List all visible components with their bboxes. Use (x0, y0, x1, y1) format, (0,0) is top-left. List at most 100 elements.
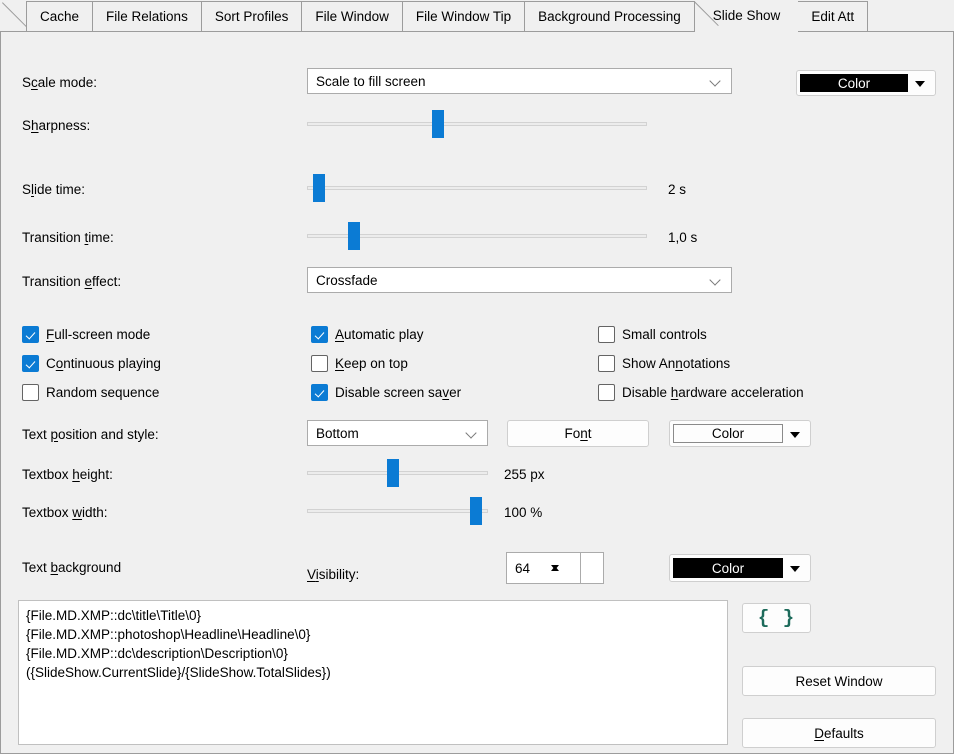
slide-time-label: Slide time: (22, 182, 86, 197)
sharpness-label: Sharpness: (22, 118, 91, 133)
slider-thumb[interactable] (432, 110, 444, 138)
text-color-swatch[interactable]: Color (673, 424, 783, 443)
textbox-width-slider[interactable] (307, 497, 488, 525)
spinner-arrows[interactable] (580, 553, 603, 583)
chevron-down-icon[interactable] (783, 424, 807, 443)
chevron-down-icon[interactable] (908, 74, 932, 92)
checkbox-box[interactable] (598, 355, 615, 372)
slider-thumb[interactable] (348, 222, 360, 250)
scale-color-split-button[interactable]: Color (796, 70, 936, 96)
slide-time-value: 2 s (668, 182, 687, 197)
textbox-height-slider[interactable] (307, 459, 488, 487)
checkbox-label: Continuous playing (46, 355, 161, 371)
checkbox-box[interactable] (22, 384, 39, 401)
tab-label: File Window (315, 9, 389, 25)
tab-label: File Relations (106, 9, 188, 25)
checkbox-box[interactable] (22, 355, 39, 372)
slider-thumb[interactable] (470, 497, 482, 525)
template-line: {File.MD.XMP::photoshop\Headline\Headlin… (26, 627, 311, 642)
slider-thumb[interactable] (387, 459, 399, 487)
text-template-textarea[interactable]: {File.MD.XMP::dc\title\Title\0} {File.MD… (18, 600, 728, 745)
checkbox-disable-hardware-acceleration[interactable]: Disable hardware acceleration (598, 384, 804, 401)
tab-file-window-tip[interactable]: File Window Tip (402, 1, 526, 32)
textbox-width-value: 100 % (504, 505, 543, 520)
slider-track (307, 509, 488, 513)
font-button-label: Font (564, 426, 592, 441)
slider-thumb[interactable] (313, 174, 325, 202)
visibility-spinner[interactable]: 64 (506, 552, 604, 584)
tab-background-processing[interactable]: Background Processing (525, 1, 695, 32)
checkbox-label: Show Annotations (622, 355, 731, 371)
transition-effect-value: Crossfade (316, 272, 378, 288)
tab-sort-profiles[interactable]: Sort Profiles (201, 1, 303, 32)
scale-mode-label: Scale mode: (22, 75, 98, 90)
textbox-width-label: Textbox width: (22, 505, 108, 520)
visibility-value[interactable]: 64 (507, 553, 580, 583)
defaults-label: Defaults (814, 725, 864, 741)
sharpness-slider[interactable] (307, 110, 647, 138)
text-color-split-button[interactable]: Color (669, 420, 811, 447)
checkbox-automatic-play[interactable]: Automatic play (311, 326, 424, 343)
tab-scroll-left-indicator[interactable] (0, 1, 26, 32)
tab-label: Sort Profiles (214, 9, 289, 25)
checkbox-box[interactable] (598, 326, 615, 343)
transition-effect-combobox[interactable]: Crossfade (307, 267, 732, 293)
checkbox-label: Automatic play (335, 326, 424, 342)
font-button[interactable]: Font (507, 420, 649, 447)
transition-time-value: 1,0 s (668, 230, 698, 245)
tab-label: File Window Tip (415, 9, 512, 25)
checkbox-box[interactable] (598, 384, 615, 401)
checkbox-random-sequence[interactable]: Random sequence (22, 384, 159, 401)
reset-window-button[interactable]: Reset Window (742, 666, 936, 696)
checkbox-box[interactable] (22, 326, 39, 343)
checkbox-continuous-playing[interactable]: Continuous playing (22, 355, 161, 372)
checkbox-show-annotations[interactable]: Show Annotations (598, 355, 730, 372)
checkbox-small-controls[interactable]: Small controls (598, 326, 707, 343)
template-line: {File.MD.XMP::dc\description\Description… (26, 646, 288, 661)
insert-variable-button[interactable]: { } (742, 603, 811, 633)
chevron-down-icon (710, 75, 723, 88)
text-position-value: Bottom (316, 425, 359, 441)
checkbox-disable-screen-saver[interactable]: Disable screen saver (311, 384, 461, 401)
template-line: ({SlideShow.CurrentSlide}/{SlideShow.Tot… (26, 665, 331, 680)
text-background-label: Text background (22, 560, 122, 575)
text-position-combobox[interactable]: Bottom (307, 420, 488, 446)
checkbox-label: Full-screen mode (46, 326, 151, 342)
checkbox-label: Disable screen saver (335, 384, 462, 400)
checkbox-label: Disable hardware acceleration (622, 384, 804, 400)
slider-track (307, 122, 647, 126)
tab-strip: Cache File Relations Sort Profiles File … (0, 0, 954, 32)
checkbox-label: Random sequence (46, 384, 160, 400)
tab-file-relations[interactable]: File Relations (93, 1, 202, 32)
tab-label: Edit Att (811, 9, 855, 25)
chevron-down-icon[interactable] (783, 558, 807, 578)
scale-mode-combobox[interactable]: Scale to fill screen (307, 68, 732, 94)
tab-edit-attributes[interactable]: Edit Att (798, 1, 869, 32)
visibility-label: Visibility: (307, 567, 360, 582)
reset-window-label: Reset Window (795, 673, 883, 689)
background-color-swatch[interactable]: Color (673, 558, 783, 578)
chevron-down-icon (710, 274, 723, 287)
checkbox-full-screen-mode[interactable]: Full-screen mode (22, 326, 150, 343)
slide-time-slider[interactable] (307, 174, 647, 202)
scale-color-swatch[interactable]: Color (800, 74, 908, 92)
checkbox-keep-on-top[interactable]: Keep on top (311, 355, 408, 372)
checkbox-box[interactable] (311, 355, 328, 372)
transition-effect-label: Transition effect: (22, 274, 122, 289)
slide-show-settings-panel: Scale mode: Scale to fill screen Color S… (0, 31, 954, 754)
text-position-label: Text position and style: (22, 427, 159, 442)
checkbox-box[interactable] (311, 384, 328, 401)
transition-time-slider[interactable] (307, 222, 647, 250)
defaults-button[interactable]: Defaults (742, 718, 936, 748)
template-line: {File.MD.XMP::dc\title\Title\0} (26, 608, 202, 623)
background-color-split-button[interactable]: Color (669, 554, 811, 582)
tab-label: Slide Show (712, 8, 781, 24)
textbox-height-value: 255 px (504, 467, 545, 482)
tab-label: Background Processing (538, 9, 681, 25)
checkbox-label: Keep on top (335, 355, 408, 371)
tab-file-window[interactable]: File Window (302, 1, 403, 32)
braces-icon: { } (757, 606, 796, 629)
transition-time-label: Transition time: (22, 230, 114, 245)
checkbox-box[interactable] (311, 326, 328, 343)
tab-slide-show[interactable]: Slide Show (694, 0, 799, 32)
